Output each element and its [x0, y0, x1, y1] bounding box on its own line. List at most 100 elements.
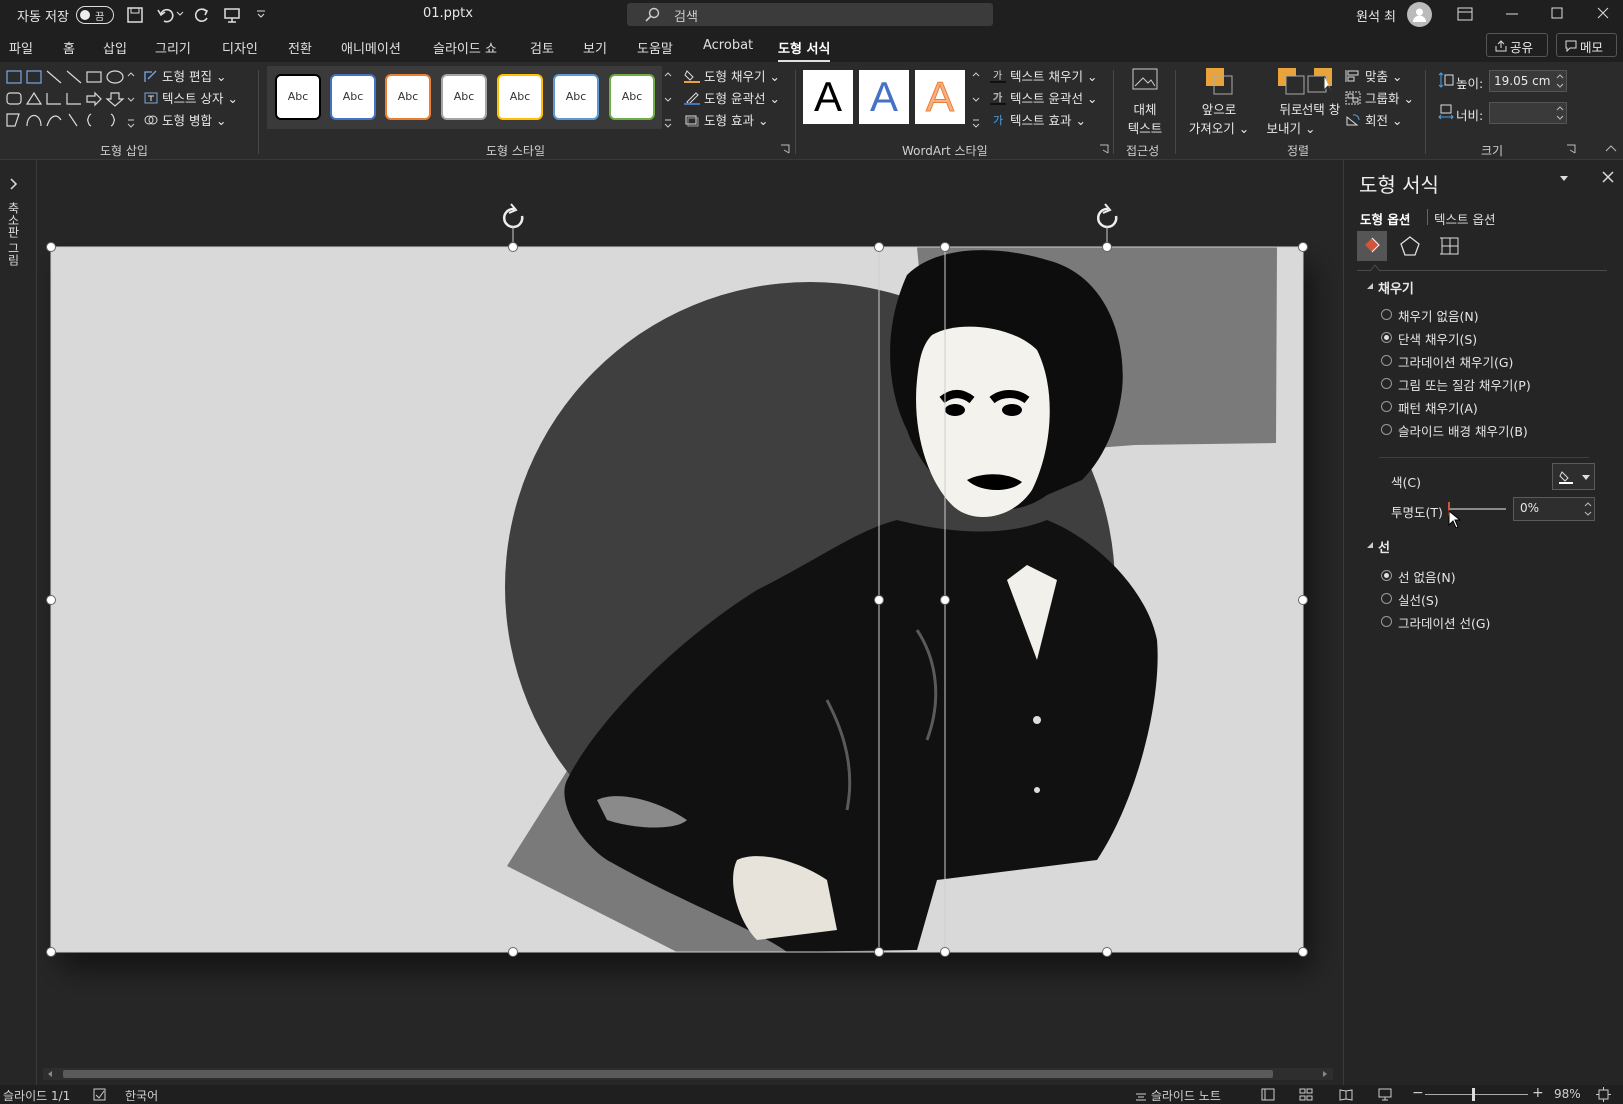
wordart-style-orange[interactable]: A	[915, 70, 965, 124]
line-none-label[interactable]: 선 없음(N)	[1398, 567, 1456, 586]
tab-text-options[interactable]: 텍스트 옵션	[1434, 209, 1495, 228]
tab-file[interactable]: 파일	[9, 38, 33, 57]
user-name[interactable]: 원석 최	[1356, 6, 1396, 25]
text-fill-button[interactable]: 가 텍스트 채우기 ⌄	[990, 66, 1097, 85]
thumbnails-label[interactable]: 축소판 그림	[5, 202, 22, 266]
zoom-out-icon[interactable]: −	[1412, 1085, 1424, 1101]
tab-review[interactable]: 검토	[530, 38, 554, 57]
search-box[interactable]: 검색	[627, 3, 993, 26]
fill-pattern-radio[interactable]	[1381, 401, 1392, 412]
fill-gradient-label[interactable]: 그라데이션 채우기(G)	[1398, 352, 1513, 371]
fill-picture-label[interactable]: 그림 또는 질감 채우기(P)	[1398, 375, 1531, 394]
presentation-icon[interactable]	[223, 6, 241, 24]
zoom-level[interactable]: 98%	[1554, 1087, 1581, 1101]
shape-style-7[interactable]: Abc	[609, 74, 655, 120]
line-section-title[interactable]: 선	[1378, 537, 1390, 556]
group-button[interactable]: 그룹화 ⌄	[1345, 88, 1414, 107]
text-outline-button[interactable]: 가 텍스트 윤곽선 ⌄	[990, 88, 1097, 107]
rotate-button[interactable]: 회전 ⌄	[1345, 110, 1402, 129]
dialog-launcher-icon[interactable]	[1566, 144, 1576, 154]
alt-text-button[interactable]: 대체 텍스트	[1120, 66, 1170, 136]
tab-draw[interactable]: 그리기	[155, 38, 191, 57]
text-effects-button[interactable]: 가 텍스트 효과 ⌄	[990, 110, 1086, 129]
shape-style-4[interactable]: Abc	[441, 74, 487, 120]
slideshow-icon[interactable]	[1378, 1088, 1392, 1101]
rotate-handle[interactable]	[502, 203, 524, 247]
pane-close-icon[interactable]	[1602, 171, 1614, 183]
tab-slideshow[interactable]: 슬라이드 쇼	[433, 38, 497, 57]
fill-solid-label[interactable]: 단색 채우기(S)	[1398, 329, 1477, 348]
width-spinner-icon[interactable]	[1556, 104, 1564, 122]
scroll-right-icon[interactable]	[1321, 1070, 1329, 1078]
close-icon[interactable]	[1597, 7, 1609, 19]
autosave-toggle[interactable]: 끔	[76, 6, 114, 24]
customize-toolbar-icon[interactable]	[255, 8, 267, 20]
tab-animations[interactable]: 애니메이션	[341, 38, 401, 57]
fill-pattern-label[interactable]: 패턴 채우기(A)	[1398, 398, 1478, 417]
fill-line-tab[interactable]	[1357, 231, 1387, 261]
language-indicator[interactable]: 한국어	[125, 1087, 158, 1104]
line-solid-label[interactable]: 실선(S)	[1398, 590, 1439, 609]
memo-button[interactable]: 메모	[1556, 33, 1617, 57]
tab-transitions[interactable]: 전환	[288, 38, 312, 57]
align-button[interactable]: 맞춤 ⌄	[1345, 66, 1402, 85]
tab-view[interactable]: 보기	[583, 38, 607, 57]
pane-options-icon[interactable]	[1559, 175, 1569, 183]
fill-section-title[interactable]: 채우기	[1378, 278, 1414, 297]
shape-style-1[interactable]: Abc	[275, 74, 321, 120]
tab-acrobat[interactable]: Acrobat	[703, 38, 753, 53]
bring-forward-button[interactable]: 앞으로 가져오기 ⌄	[1180, 66, 1258, 136]
transparency-spinner-icon[interactable]	[1584, 500, 1592, 518]
size-properties-tab-icon[interactable]	[1439, 235, 1461, 257]
horizontal-scrollbar[interactable]	[43, 1068, 1333, 1080]
zoom-in-icon[interactable]: +	[1532, 1085, 1544, 1101]
collapse-ribbon-icon[interactable]	[1605, 144, 1617, 152]
wordart-style-blue[interactable]: A	[859, 70, 909, 124]
fill-slide-bg-radio[interactable]	[1381, 424, 1392, 435]
shape-effects-button[interactable]: 도형 효과 ⌄	[684, 110, 768, 129]
notes-button[interactable]: 슬라이드 노트	[1135, 1087, 1221, 1104]
tab-help[interactable]: 도움말	[637, 38, 673, 57]
merge-shapes-button[interactable]: 도형 병합 ⌄	[144, 110, 226, 129]
fill-slide-bg-label[interactable]: 슬라이드 배경 채우기(B)	[1398, 421, 1528, 440]
transparency-input[interactable]: 0%	[1513, 497, 1595, 521]
shapes-gallery[interactable]	[5, 68, 130, 130]
normal-view-icon[interactable]	[1261, 1088, 1275, 1101]
fill-none-label[interactable]: 채우기 없음(N)	[1398, 306, 1479, 325]
tab-home[interactable]: 홈	[63, 38, 75, 57]
line-gradient-label[interactable]: 그라데이션 선(G)	[1398, 613, 1490, 632]
undo-dropdown-icon[interactable]	[176, 11, 184, 17]
collapse-fill-icon[interactable]	[1366, 282, 1374, 290]
zoom-slider-thumb[interactable]	[1472, 1088, 1475, 1101]
save-icon[interactable]	[126, 6, 144, 24]
reading-view-icon[interactable]	[1339, 1088, 1353, 1101]
minimize-icon[interactable]	[1506, 13, 1518, 15]
rotate-handle[interactable]	[1096, 203, 1118, 247]
maximize-icon[interactable]	[1551, 7, 1563, 19]
fill-solid-radio[interactable]	[1381, 332, 1392, 343]
zoom-slider[interactable]	[1425, 1094, 1528, 1095]
ribbon-display-icon[interactable]	[1457, 7, 1473, 21]
shape-style-6[interactable]: Abc	[553, 74, 599, 120]
fill-gradient-radio[interactable]	[1381, 355, 1392, 366]
tab-shape-options[interactable]: 도형 옵션	[1360, 209, 1410, 228]
shape-fill-button[interactable]: 도형 채우기 ⌄	[684, 66, 780, 85]
effects-tab-icon[interactable]	[1399, 235, 1421, 257]
collapse-line-icon[interactable]	[1366, 541, 1374, 549]
text-box-button[interactable]: 텍스트 상자 ⌄	[144, 88, 238, 107]
height-spinner-icon[interactable]	[1556, 72, 1564, 90]
shape-style-3[interactable]: Abc	[385, 74, 431, 120]
scrollbar-thumb[interactable]	[63, 1070, 1273, 1078]
redo-icon[interactable]	[193, 6, 211, 24]
avatar[interactable]	[1407, 2, 1432, 27]
fit-to-window-icon[interactable]	[1596, 1087, 1611, 1102]
dialog-launcher-icon[interactable]	[780, 144, 790, 154]
line-none-radio[interactable]	[1381, 570, 1392, 581]
edit-shape-button[interactable]: 도형 편집 ⌄	[144, 66, 226, 85]
selection-pane-button[interactable]: 선택 창	[1296, 66, 1346, 136]
fill-picture-radio[interactable]	[1381, 378, 1392, 389]
slide-sorter-icon[interactable]	[1299, 1088, 1313, 1101]
expand-thumbnails-icon[interactable]	[9, 178, 19, 190]
scroll-left-icon[interactable]	[46, 1070, 54, 1078]
share-button[interactable]: 공유	[1486, 33, 1548, 57]
